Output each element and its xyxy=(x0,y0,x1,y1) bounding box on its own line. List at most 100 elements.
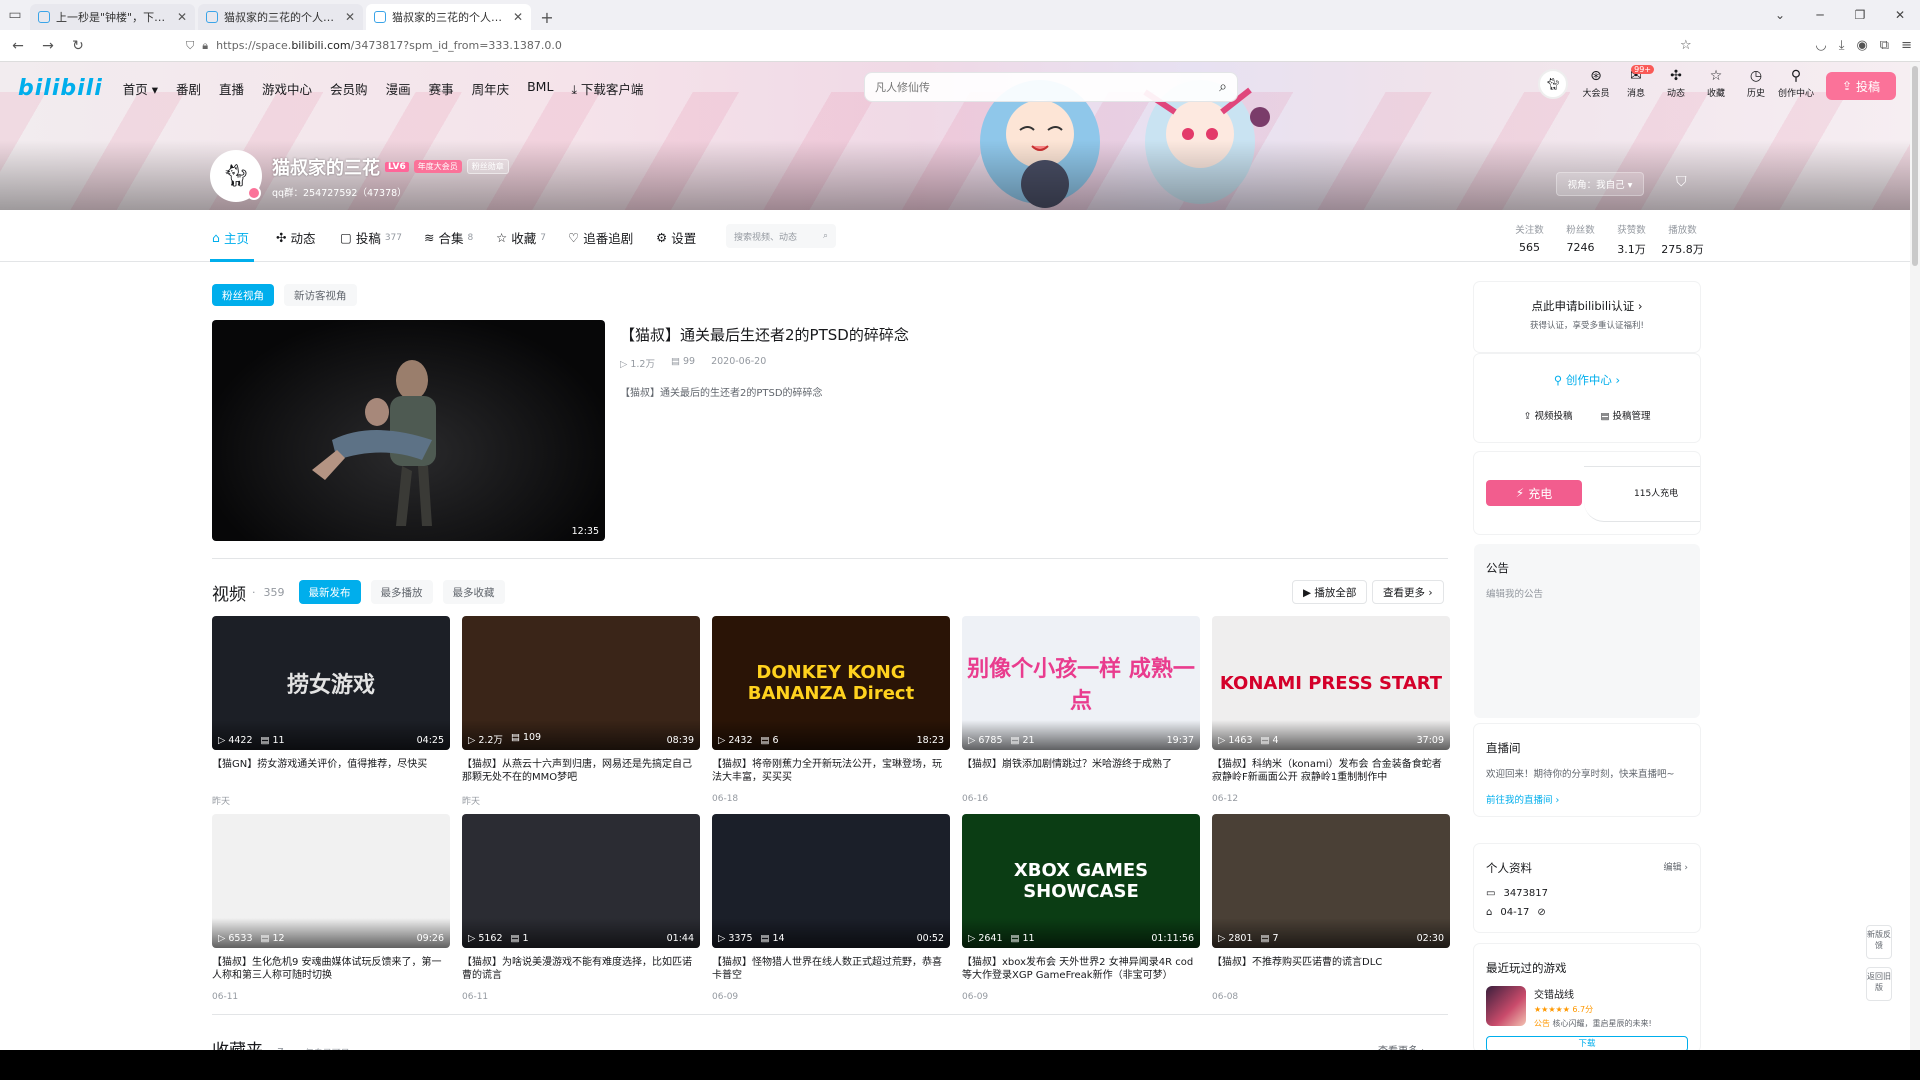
nav-vip[interactable]: ⊛ 大会员 xyxy=(1576,68,1616,99)
creator-center-link[interactable]: ⚲ 创作中心 › xyxy=(1474,372,1700,388)
space-search-input[interactable]: 搜索视频、动态 ⌕ xyxy=(726,224,836,248)
close-window-icon[interactable]: ✕ xyxy=(1880,0,1920,30)
nav-creator-center[interactable]: ⚲ 创作中心 xyxy=(1776,68,1816,99)
nav-shop[interactable]: 会员购 xyxy=(330,79,368,98)
game-item[interactable]: 交错战线 ★★★★★ 6.7分 公告 核心闪耀，重启星辰的未来! xyxy=(1486,986,1700,1029)
nav-esports[interactable]: 赛事 xyxy=(429,79,454,98)
bookmark-star-icon[interactable]: ☆ xyxy=(1680,38,1692,53)
tab-favorites[interactable]: ☆ 收藏 7 xyxy=(496,228,546,247)
tab-settings[interactable]: ⚙ 设置 xyxy=(656,228,696,247)
feedback-button[interactable]: 新版反馈 xyxy=(1866,925,1892,959)
video-thumbnail[interactable]: ▷ 2801 ▤ 7 02:30 xyxy=(1212,814,1450,948)
video-thumbnail[interactable]: ▷ 5162 ▤ 1 01:44 xyxy=(462,814,700,948)
browser-tab-3-active[interactable]: 猫叔家的三花的个人空间-猫叔✕ xyxy=(366,4,531,30)
stat-following[interactable]: 关注数 565 xyxy=(1504,222,1555,257)
tab-list-chevron-icon[interactable]: ⌄ xyxy=(1760,0,1800,30)
vip-badge[interactable]: 年度大会员 xyxy=(413,160,462,173)
search-icon[interactable]: ⌕ xyxy=(1219,79,1227,95)
nav-game-center[interactable]: 游戏中心 xyxy=(262,79,312,98)
edit-profile-link[interactable]: 编辑 › xyxy=(1664,860,1688,873)
video-title[interactable]: 【猫GN】捞女游戏通关评价，值得推荐，尽快买 xyxy=(212,758,450,784)
video-card[interactable]: 捞女游戏 ▷ 4422 ▤ 11 04:25 【猫GN】捞女游戏通关评价，值得推荐，尽快… xyxy=(212,616,450,807)
video-card[interactable]: ▷ 3375 ▤ 14 00:52 【猫叔】怪物猎人世界在线人数正式超过荒野，恭喜卡普… xyxy=(712,814,950,1002)
video-thumbnail[interactable]: KONAMI PRESS START ▷ 1463 ▤ 4 37:09 xyxy=(1212,616,1450,750)
video-thumbnail[interactable]: 捞女游戏 ▷ 4422 ▤ 11 04:25 xyxy=(212,616,450,750)
browser-tab-2[interactable]: 猫叔家的三花的个人空间-猫叔✕ xyxy=(198,4,363,30)
notice-editor[interactable]: 编辑我的公告 xyxy=(1486,586,1700,600)
video-title[interactable]: 【猫叔】科纳米（konami）发布会 合金装备食蛇者 寂静岭F新画面公开 寂静岭… xyxy=(1212,758,1450,784)
go-live-room-link[interactable]: 前往我的直播间 › xyxy=(1486,792,1700,806)
nav-download-client[interactable]: ⤓ 下载客户端 xyxy=(571,79,643,98)
new-tab-icon[interactable]: + xyxy=(534,4,560,30)
sort-most-played[interactable]: 最多播放 xyxy=(370,580,433,604)
browser-tab-1[interactable]: 上一秒是"钟楼"，下一秒变生化✕ xyxy=(30,4,195,30)
sort-most-favorited[interactable]: 最多收藏 xyxy=(442,580,505,604)
menu-icon[interactable]: ≡ xyxy=(1901,38,1912,53)
featured-title[interactable]: 【猫叔】通关最后生还者2的PTSD的碎碎念 xyxy=(620,324,909,345)
scrollbar-thumb[interactable] xyxy=(1912,66,1918,266)
fan-view-tab[interactable]: 粉丝视角 xyxy=(212,284,274,306)
nav-home[interactable]: 首页 ▾ xyxy=(123,79,158,98)
video-upload-link[interactable]: ⇪ 视频投稿 xyxy=(1523,408,1572,422)
nav-manga[interactable]: 漫画 xyxy=(386,79,411,98)
video-thumbnail[interactable]: DONKEY KONG BANANZA Direct ▷ 2432 ▤ 6 18:23 xyxy=(712,616,950,750)
visitor-view-tab[interactable]: 新访客视角 xyxy=(284,284,357,306)
video-thumbnail[interactable]: ▷ 2.2万 ▤ 109 08:39 xyxy=(462,616,700,750)
video-title[interactable]: 【猫叔】崩铁添加剧情跳过？米哈游终于成熟了 xyxy=(962,758,1200,784)
minimize-icon[interactable]: ─ xyxy=(1800,0,1840,30)
search-input[interactable] xyxy=(875,80,1220,94)
video-card[interactable]: DONKEY KONG BANANZA Direct ▷ 2432 ▤ 6 18:23… xyxy=(712,616,950,804)
sort-latest[interactable]: 最新发布 xyxy=(298,580,361,604)
address-field[interactable]: ⛉ 🔒︎ https://space.bilibili.com/3473817?… xyxy=(186,39,1716,53)
video-thumbnail[interactable]: XBOX GAMES SHOWCASE ▷ 2641 ▤ 11 01:11:56 xyxy=(962,814,1200,948)
video-title[interactable]: 【猫叔】生化危机9 安魂曲媒体试玩反馈来了，第一人称和第三人称可随时切换 xyxy=(212,956,450,982)
old-version-button[interactable]: 返回旧版 xyxy=(1866,967,1892,1001)
close-icon[interactable]: ✕ xyxy=(345,10,355,24)
nav-bml[interactable]: BML xyxy=(527,79,553,98)
fan-medal-badge[interactable]: 粉丝勋章 xyxy=(466,159,509,174)
video-title[interactable]: 【猫叔】不推荐购买匹诺曹的谎言DLC xyxy=(1212,956,1450,982)
charge-button[interactable]: ⚡︎ 充电 xyxy=(1486,480,1582,506)
play-all-button[interactable]: ▶ 播放全部 xyxy=(1292,580,1368,604)
video-card[interactable]: ▷ 2801 ▤ 7 02:30 【猫叔】不推荐购买匹诺曹的谎言DLC 06-08 xyxy=(1212,814,1450,1002)
back-icon[interactable]: ← xyxy=(6,38,30,54)
manage-uploads-link[interactable]: ▤ 投稿管理 xyxy=(1600,408,1650,422)
forward-icon[interactable]: → xyxy=(36,38,60,54)
stat-followers[interactable]: 粉丝数 7246 xyxy=(1555,222,1606,257)
tab-overview-icon[interactable]: ▭ xyxy=(0,0,30,30)
video-title[interactable]: 【猫叔】为啥说美漫游戏不能有难度选择，比如匹诺曹的谎言 xyxy=(462,956,700,982)
video-card[interactable]: ▷ 6533 ▤ 12 09:26 【猫叔】生化危机9 安魂曲媒体试玩反馈来了，第一人… xyxy=(212,814,450,1002)
tab-bangumi[interactable]: ♡ 追番追剧 xyxy=(568,228,633,247)
see-more-videos-button[interactable]: 查看更多 › xyxy=(1372,580,1444,604)
upload-button[interactable]: ⇪ 投稿 xyxy=(1826,72,1896,100)
video-card[interactable]: ▷ 2.2万 ▤ 109 08:39 【猫叔】从燕云十六声到归唐，网易还是先搞定自己那… xyxy=(462,616,700,807)
video-card[interactable]: XBOX GAMES SHOWCASE ▷ 2641 ▤ 11 01:11:56 【猫叔… xyxy=(962,814,1200,1002)
close-icon[interactable]: ✕ xyxy=(177,10,187,24)
certification-card[interactable]: 点此申请bilibili认证 › 获得认证，享受多重认证福利! xyxy=(1474,282,1700,352)
video-title[interactable]: 【猫叔】将帝刚蕉力全开新玩法公开，宝琳登场，玩法大丰富，买买买 xyxy=(712,758,950,784)
video-thumbnail[interactable]: 别像个小孩一样 成熟一点 ▷ 6785 ▤ 21 19:37 xyxy=(962,616,1200,750)
nav-anime[interactable]: 番剧 xyxy=(176,79,201,98)
nav-live[interactable]: 直播 xyxy=(219,79,244,98)
view-as-dropdown[interactable]: 视角：我自己 ▾ xyxy=(1556,172,1644,196)
hidden-eye-icon[interactable]: ⊘ xyxy=(1537,907,1545,918)
bilibili-logo[interactable]: bilibili xyxy=(18,76,103,101)
video-title[interactable]: 【猫叔】从燕云十六声到归唐，网易还是先搞定自己那颗无处不在的MMO梦吧 xyxy=(462,758,700,784)
tab-collections[interactable]: ≋ 合集 8 xyxy=(424,228,473,247)
video-thumbnail[interactable]: ▷ 3375 ▤ 14 00:52 xyxy=(712,814,950,948)
video-card[interactable]: KONAMI PRESS START ▷ 1463 ▤ 4 37:09 【猫叔】科纳米（… xyxy=(1212,616,1450,804)
video-card[interactable]: 别像个小孩一样 成熟一点 ▷ 6785 ▤ 21 19:37 【猫叔】崩铁添加剧情跳过？… xyxy=(962,616,1200,804)
nav-history[interactable]: ◷ 历史 xyxy=(1736,68,1776,99)
reload-icon[interactable]: ↻ xyxy=(66,38,90,54)
video-title[interactable]: 【猫叔】xbox发布会 天外世界2 女神异闻录4R cod 等大作登录XGP G… xyxy=(962,956,1200,982)
featured-thumbnail[interactable]: 12:35 xyxy=(212,320,605,541)
profile-avatar[interactable]: 🐈︎ xyxy=(210,150,262,202)
video-thumbnail[interactable]: ▷ 6533 ▤ 12 09:26 xyxy=(212,814,450,948)
close-icon[interactable]: ✕ xyxy=(513,10,523,24)
charge-count[interactable]: 115人充电 xyxy=(1634,486,1678,499)
pocket-icon[interactable]: ◡ xyxy=(1815,38,1826,53)
restore-icon[interactable]: ❐ xyxy=(1840,0,1880,30)
nav-messages[interactable]: ✉ 消息 99+ xyxy=(1616,65,1656,99)
account-icon[interactable]: ◉ xyxy=(1856,38,1867,53)
nav-anniversary[interactable]: 周年庆 xyxy=(472,79,510,98)
